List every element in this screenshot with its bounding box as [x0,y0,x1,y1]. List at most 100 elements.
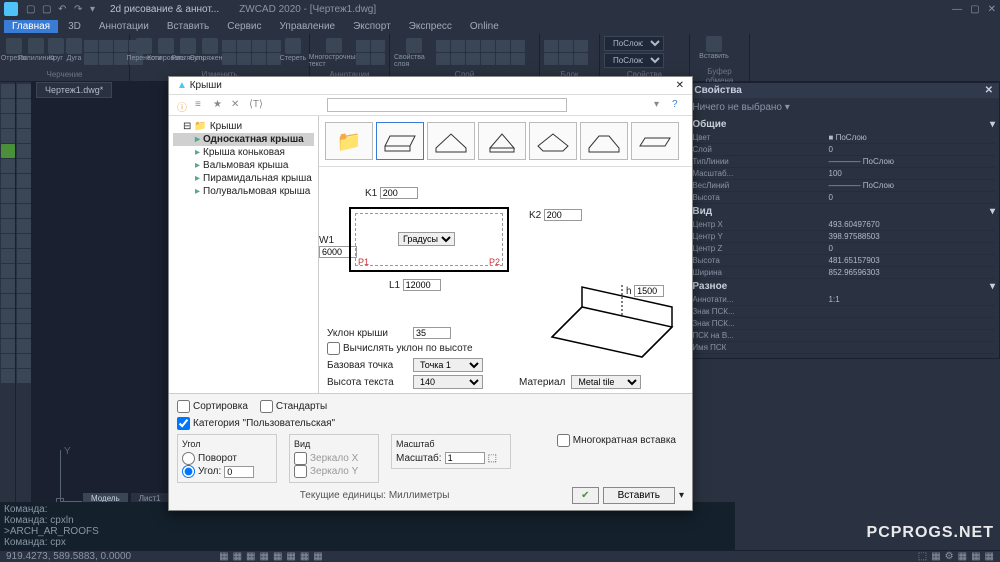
tool-icon[interactable] [17,204,31,218]
thumbnail[interactable] [427,122,475,160]
prop-row[interactable]: Имя ПСК [692,342,995,354]
prop-row[interactable]: Центр Z0 [692,243,995,255]
tool-icon[interactable] [17,354,31,368]
tool-icon[interactable] [1,339,15,353]
arc-button[interactable]: Дуга [66,38,82,68]
tab-export[interactable]: Экспорт [345,20,399,33]
status-toggle[interactable]: ▦ [985,551,994,562]
dropdown-icon[interactable]: ▾ [654,99,666,111]
material-select[interactable]: Metal tile [571,375,641,389]
tool-icon[interactable] [574,53,588,65]
circle-button[interactable]: Круг [48,38,64,68]
prop-row[interactable]: Высота481.65157903 [692,255,995,267]
tool-icon[interactable] [1,114,15,128]
info-icon[interactable]: ⓘ [177,99,189,111]
search-input[interactable] [327,98,567,112]
help-icon[interactable]: ? [672,99,684,111]
l1-input[interactable] [403,279,441,291]
dropdown-icon[interactable]: ▾ [679,490,684,501]
status-toggle[interactable]: ⚙ [945,551,954,562]
tool-icon[interactable] [544,40,558,52]
tool-icon[interactable] [356,40,370,52]
tab-annot[interactable]: Аннотации [91,20,157,33]
linetype-combo[interactable]: ПоСлою [604,53,664,68]
tool-icon[interactable] [1,144,15,158]
thumbnail[interactable] [529,122,577,160]
tree-item-selected[interactable]: ▸Односкатная крыша [173,133,314,146]
section-title[interactable]: Вид [692,206,712,217]
tool-icon[interactable] [466,40,480,52]
close-icon[interactable]: ✕ [988,4,996,15]
tool-icon[interactable] [267,40,281,52]
tool-icon[interactable] [17,189,31,203]
tool-icon[interactable] [1,204,15,218]
section-title[interactable]: Общие [692,119,726,130]
tool-icon[interactable] [1,174,15,188]
tab-manage[interactable]: Управление [272,20,344,33]
tool-icon[interactable] [17,264,31,278]
tool-icon[interactable] [481,53,495,65]
status-toggle[interactable]: ▦ [931,551,940,562]
mirror-y-check[interactable] [294,465,307,478]
tab-express[interactable]: Экспресс [401,20,460,33]
thumbnail[interactable] [478,122,526,160]
prop-row[interactable]: Центр X493.60497670 [692,219,995,231]
tool-icon[interactable] [1,249,15,263]
prop-row[interactable]: Центр Y398.97588503 [692,231,995,243]
status-toggle[interactable]: ▦ [259,551,268,562]
tool-icon[interactable] [17,249,31,263]
tab-insert[interactable]: Вставить [159,20,217,33]
tool-icon[interactable] [496,40,510,52]
insert-button[interactable]: Вставить [603,487,675,504]
fillet-button[interactable]: Сопряжение [200,38,220,68]
tool-icon[interactable] [17,129,31,143]
tool-icon[interactable] [1,309,15,323]
tool-icon[interactable] [371,40,385,52]
text-height-select[interactable]: 140 [413,375,483,389]
prop-row[interactable]: Высота0 [692,192,995,204]
tab-main[interactable]: Главная [4,20,58,33]
section-title[interactable]: Разное [692,281,727,292]
star-icon[interactable]: ★ [213,99,225,111]
standards-check[interactable] [260,400,273,413]
tool-icon[interactable] [371,53,385,65]
thumbnail[interactable] [580,122,628,160]
prop-row[interactable]: Цвет■ ПоСлою [692,132,995,144]
tree-root[interactable]: ⊟📁Крыши [173,120,314,133]
tool-icon[interactable] [511,40,525,52]
tool-icon[interactable] [252,40,266,52]
tool-icon[interactable] [481,40,495,52]
tool-icon[interactable] [252,53,266,65]
stretch-button[interactable]: Растянуть [178,38,198,68]
status-toggle[interactable]: ▦ [219,551,228,562]
line-button[interactable]: Отрезок [4,38,24,68]
tool-icon[interactable] [1,294,15,308]
tool-icon[interactable] [237,53,251,65]
tool-icon[interactable] [1,129,15,143]
tool-icon[interactable] [237,40,251,52]
prop-row[interactable]: ВесЛиний———— ПоСлою [692,180,995,192]
prop-row[interactable]: Знак ПСК... [692,318,995,330]
mtext-button[interactable]: Многострочный текст [314,38,354,68]
tool-icon[interactable] [559,53,573,65]
polyline-button[interactable]: Полилиния [26,38,46,68]
tool-icon[interactable] [17,279,31,293]
tool-icon[interactable] [17,174,31,188]
qat-icon[interactable]: ▢ [26,4,36,14]
angle-radio[interactable] [182,465,195,478]
thumbnail[interactable]: 📁 [325,122,373,160]
tab-online[interactable]: Online [462,20,507,33]
tool-icon[interactable] [1,264,15,278]
minimize-icon[interactable]: — [952,4,962,15]
prop-row[interactable]: Аннотати...1:1 [692,294,995,306]
text-icon[interactable]: ⟨T⟩ [249,99,261,111]
tool-icon[interactable] [17,294,31,308]
qat-icon[interactable]: ↶ [58,4,68,14]
tool-icon[interactable] [1,159,15,173]
rotate-radio[interactable] [182,452,195,465]
list-icon[interactable]: ≡ [195,99,207,111]
tool-icon[interactable] [544,53,558,65]
tool-icon[interactable] [1,189,15,203]
color-combo[interactable]: ПоСлою [604,36,664,51]
tool-icon[interactable] [17,144,31,158]
